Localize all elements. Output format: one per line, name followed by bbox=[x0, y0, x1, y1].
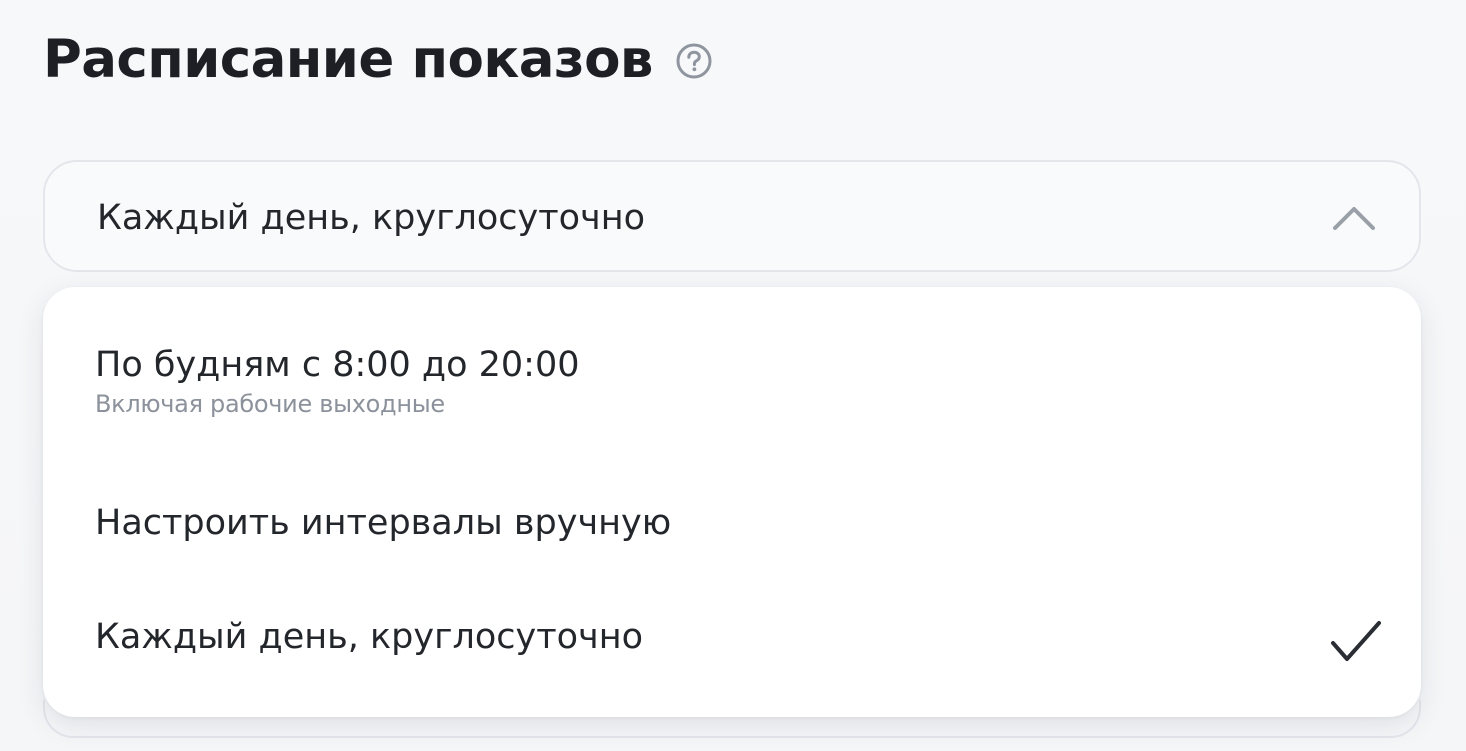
checkmark-icon bbox=[1329, 619, 1383, 665]
option-label: По будням с 8:00 до 20:00 bbox=[95, 345, 580, 385]
option-sublabel: Включая рабочие выходные bbox=[95, 390, 445, 418]
section-header: Расписание показов bbox=[43, 24, 713, 94]
option-weekdays-8-20[interactable]: По будням с 8:00 до 20:00 Включая рабочи… bbox=[43, 343, 1421, 443]
select-value: Каждый день, круглосуточно bbox=[97, 198, 646, 238]
chevron-up-icon[interactable] bbox=[1329, 198, 1379, 238]
option-label: Каждый день, круглосуточно bbox=[95, 617, 644, 657]
schedule-dropdown-menu: По будням с 8:00 до 20:00 Включая рабочи… bbox=[43, 287, 1421, 717]
option-every-day-24h[interactable]: Каждый день, круглосуточно bbox=[43, 615, 1421, 671]
option-custom-intervals[interactable]: Настроить интервалы вручную bbox=[43, 501, 1421, 557]
question-circle-icon[interactable] bbox=[675, 42, 713, 80]
schedule-section: Расписание показов Каждый день, круглосу… bbox=[0, 0, 1466, 751]
schedule-select[interactable]: Каждый день, круглосуточно bbox=[43, 160, 1421, 272]
option-label: Настроить интервалы вручную bbox=[95, 503, 672, 543]
section-title: Расписание показов bbox=[43, 28, 653, 90]
